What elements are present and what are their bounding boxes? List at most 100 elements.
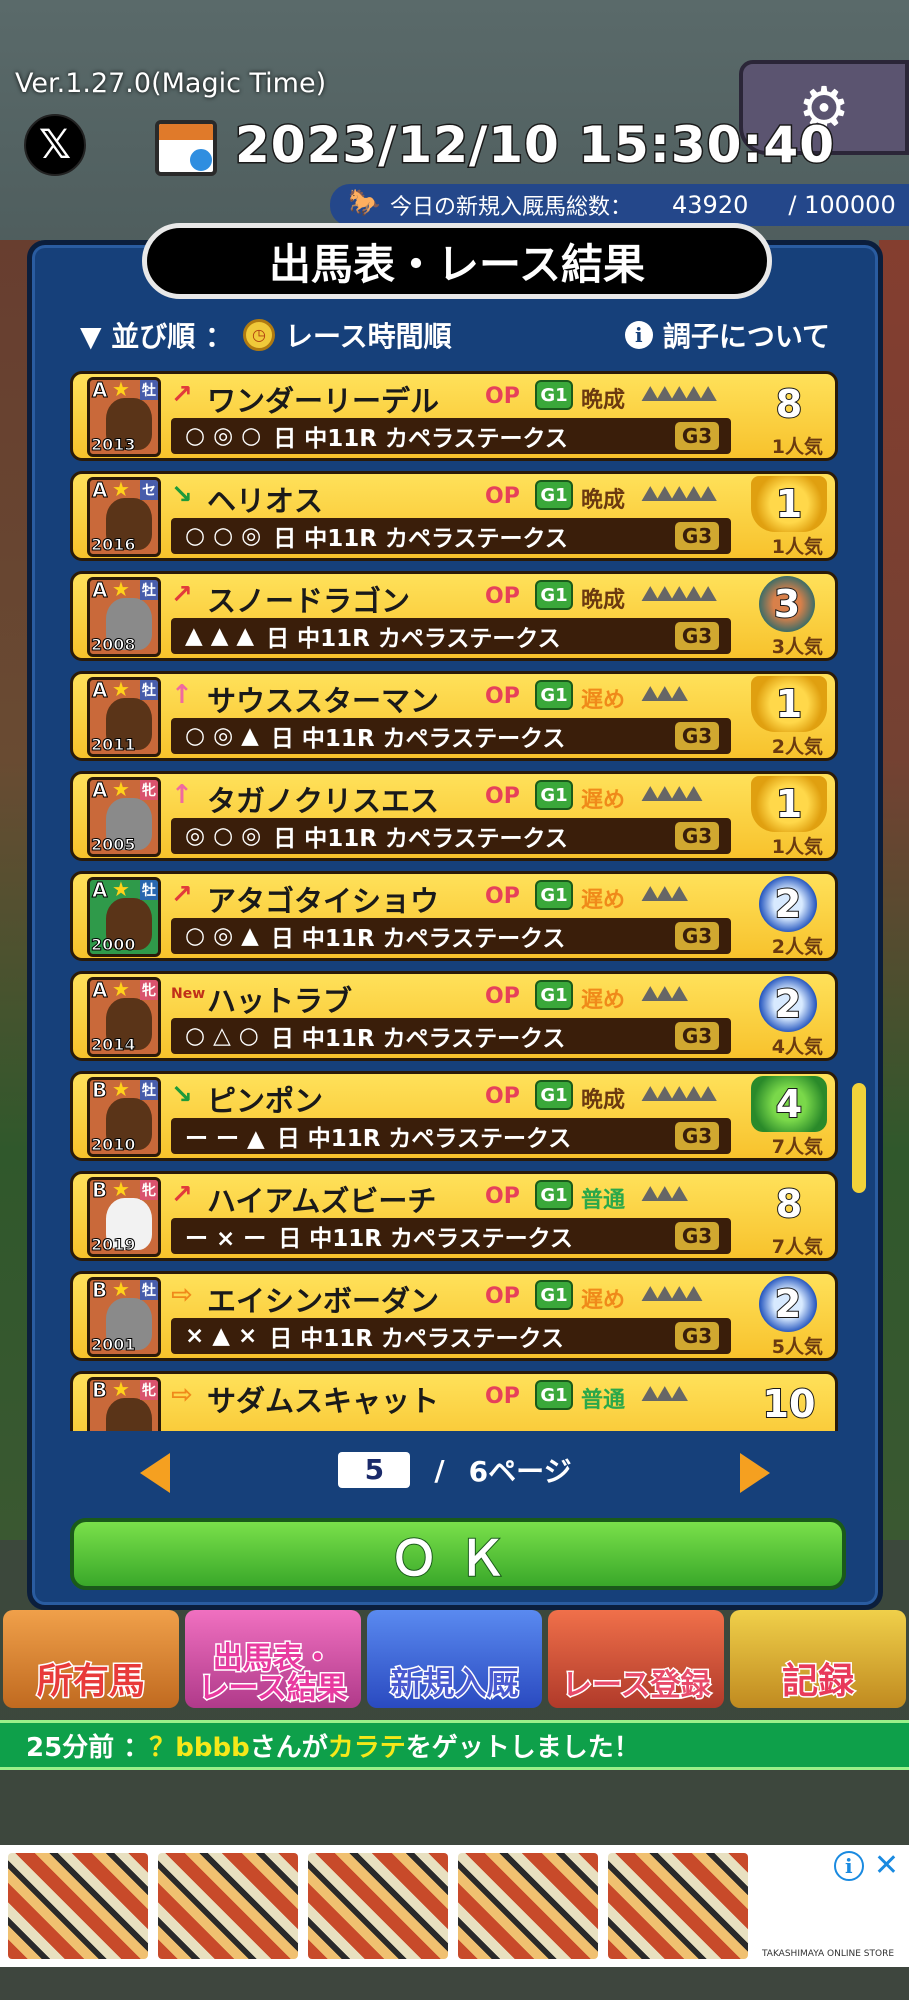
condition-horseshoe-icon: ⛰⛰⛰⛰⛰ bbox=[641, 382, 717, 407]
x-share-button[interactable]: 𝕏 bbox=[24, 114, 86, 176]
g3-badge-icon: G3 bbox=[675, 522, 719, 550]
race-info: 日 中11R カペラステークス bbox=[270, 1026, 566, 1052]
prediction-marks: ○ ◎ ▲ bbox=[185, 923, 259, 949]
panel-title: 出馬表・レース結果 bbox=[142, 223, 772, 299]
horse-sex: 牡 bbox=[140, 580, 158, 600]
prediction-marks: × ▲ × bbox=[185, 1323, 258, 1349]
version-label: Ver.1.27.0(Magic Time) bbox=[15, 68, 327, 99]
activity-ticker: 25分前 ： ？bbbb さんが カラテ をゲットしました！ bbox=[0, 1720, 909, 1770]
horse-name: サダムスキャット bbox=[207, 1384, 440, 1418]
star-icon: ★ bbox=[112, 1177, 130, 1201]
horse-row[interactable]: B ★ 牡 2010 ↘ ピンポン OP G1 晩成 ⛰⛰⛰⛰⛰ ー ー ▲ 日 中11R カペラステ… bbox=[70, 1071, 838, 1161]
growth-type: 普通 bbox=[581, 1388, 626, 1413]
nav-records[interactable]: 記録 bbox=[730, 1610, 906, 1708]
ad-controls: i ✕ bbox=[833, 1851, 899, 1881]
horse-list[interactable]: A ★ 牡 2013 ↗ ワンダーリーデル OP G1 晩成 ⛰⛰⛰⛰⛰ ○ ◎ ○ 日 中11R カ… bbox=[70, 371, 840, 1431]
race-result: 8 bbox=[775, 1181, 803, 1227]
race-info: 日 中11R カペラステークス bbox=[273, 826, 568, 852]
horse-grade: A bbox=[91, 978, 108, 1003]
prediction-marks: ○ ◎ ○ bbox=[185, 423, 262, 449]
ad-banner[interactable]: TAKASHIMAYA ONLINE STORE i ✕ bbox=[0, 1845, 909, 1967]
horse-name: ワンダーリーデル bbox=[207, 384, 440, 418]
horse-sex: セ bbox=[140, 480, 158, 500]
horse-row[interactable]: A ★ セ 2016 ↘ ヘリオス OP G1 晩成 ⛰⛰⛰⛰⛰ ○ ○ ◎ 日 中11R カペラステ… bbox=[70, 471, 838, 561]
op-badge: OP bbox=[485, 784, 520, 809]
condition-info-link[interactable]: i 調子について bbox=[624, 315, 830, 355]
g3-badge-icon: G3 bbox=[675, 922, 719, 950]
ad-close-icon[interactable]: ✕ bbox=[874, 1851, 899, 1881]
condition-horseshoe-icon: ⛰⛰⛰ bbox=[641, 882, 688, 907]
race-result: 2 bbox=[759, 976, 817, 1032]
clock-icon: ◷ bbox=[243, 319, 276, 351]
horse-grade: B bbox=[91, 1278, 108, 1303]
race-info: 日 中11R カペラステークス bbox=[278, 1226, 573, 1252]
ad-image[interactable] bbox=[8, 1853, 148, 1959]
g3-badge-icon: G3 bbox=[675, 622, 719, 650]
ad-image[interactable] bbox=[158, 1853, 298, 1959]
horse-count-label: 今日の新規入厩馬総数： bbox=[390, 195, 633, 220]
g3-badge-icon: G3 bbox=[675, 1322, 719, 1350]
horse-row[interactable]: A ★ 牡 2013 ↗ ワンダーリーデル OP G1 晩成 ⛰⛰⛰⛰⛰ ○ ◎ ○ 日 中11R カ… bbox=[70, 371, 838, 461]
race-info: 日 中11R カペラステークス bbox=[276, 1126, 572, 1152]
popularity-rank: 4人気 bbox=[771, 1036, 823, 1058]
race-result: 1 bbox=[751, 676, 827, 732]
star-icon: ★ bbox=[112, 377, 130, 401]
ad-image[interactable] bbox=[608, 1853, 748, 1959]
horse-sex: 牡 bbox=[140, 380, 158, 400]
g1-badge-icon: G1 bbox=[535, 1280, 573, 1310]
race-result: 1 bbox=[751, 476, 827, 532]
op-badge: OP bbox=[485, 1284, 520, 1309]
popularity-rank: 7人気 bbox=[771, 1136, 823, 1158]
horse-row[interactable]: A ★ 牝 2014 New ハットラブ OP G1 遅め ⛰⛰⛰ ○ △ ○ 日 中11R カペラス… bbox=[70, 971, 838, 1061]
list-scrollbar[interactable] bbox=[852, 1083, 866, 1193]
horse-year: 2005 bbox=[91, 835, 137, 855]
horse-row[interactable]: B ★ 牝 2019 ↗ ハイアムズビーチ OP G1 普通 ⛰⛰⛰ ー × ー日 中11R カペラ… bbox=[70, 1171, 838, 1261]
race-info-bar: ー × ー日 中11R カペラステークス G3 bbox=[171, 1218, 731, 1254]
popularity-rank: 5人気 bbox=[771, 1336, 823, 1358]
sort-order-selector[interactable]: ▼ 並び順 ： ◷ レース時間順 bbox=[80, 315, 452, 355]
growth-type: 晩成 bbox=[581, 1088, 626, 1113]
g1-badge-icon: G1 bbox=[535, 1180, 573, 1210]
op-badge: OP bbox=[485, 384, 520, 409]
condition-horseshoe-icon: ⛰⛰⛰⛰⛰ bbox=[641, 1082, 717, 1107]
trend-arrow-icon: ⇨ bbox=[171, 1280, 193, 1310]
nav-new-horse[interactable]: 新規入厩 bbox=[366, 1610, 543, 1708]
current-page-input[interactable]: 5 bbox=[338, 1452, 411, 1488]
race-result: 3 bbox=[759, 576, 815, 632]
horse-row[interactable]: A ★ 牝 2005 ↑ タガノクリスエス OP G1 遅め ⛰⛰⛰⛰ ◎ ○ ◎ 日 中11R カペ… bbox=[70, 771, 838, 861]
pagination: 5 / 6ページ bbox=[32, 1450, 878, 1490]
ticker-item: カラテ bbox=[327, 1732, 406, 1763]
horse-portrait: B ★ 牡 2001 bbox=[87, 1277, 161, 1357]
horse-row[interactable]: B ★ 牡 2001 ⇨ エイシンボーダン OP G1 遅め ⛰⛰⛰⛰ × ▲ × 日 中11R カペ… bbox=[70, 1271, 838, 1361]
race-info-bar: ○ ○ ◎ 日 中11R カペラステークス G3 bbox=[171, 518, 731, 554]
prediction-marks: ー ー ▲ bbox=[185, 1126, 265, 1152]
race-info-bar: ▲ ▲ ▲ 日 中11R カペラステークス G3 bbox=[171, 618, 731, 654]
trend-arrow-icon: ↗ bbox=[171, 880, 193, 910]
horse-row[interactable]: A ★ 牡 2008 ↗ スノードラゴン OP G1 晩成 ⛰⛰⛰⛰⛰ ▲ ▲ ▲ 日 中11R カペ… bbox=[70, 571, 838, 661]
horse-name: ヘリオス bbox=[207, 484, 324, 518]
g1-badge-icon: G1 bbox=[535, 380, 573, 410]
horse-sex: 牡 bbox=[140, 880, 158, 900]
trend-arrow-icon: ↗ bbox=[171, 580, 193, 610]
ok-button[interactable]: ＯＫ bbox=[70, 1518, 846, 1590]
nav-race-entries[interactable]: 出馬表・ レース結果 bbox=[184, 1610, 361, 1708]
ad-image[interactable] bbox=[308, 1853, 448, 1959]
horse-row[interactable]: B ★ 牝 ⇨ サダムスキャット OP G1 普通 ⛰⛰⛰ 10 bbox=[70, 1371, 838, 1431]
condition-horseshoe-icon: ⛰⛰⛰ bbox=[641, 1182, 688, 1207]
g3-badge-icon: G3 bbox=[675, 722, 719, 750]
horse-grade: A bbox=[91, 678, 108, 703]
trend-arrow-icon: ↘ bbox=[171, 480, 193, 510]
nav-race-registration[interactable]: レース登録 bbox=[548, 1610, 725, 1708]
g1-badge-icon: G1 bbox=[535, 980, 573, 1010]
horse-row[interactable]: A ★ 牡 2011 ↑ サウススターマン OP G1 遅め ⛰⛰⛰ ○ ◎ ▲ 日 中11R カペラ… bbox=[70, 671, 838, 761]
op-badge: OP bbox=[485, 484, 520, 509]
condition-horseshoe-icon: ⛰⛰⛰ bbox=[641, 982, 688, 1007]
ad-info-icon[interactable]: i bbox=[833, 1851, 864, 1881]
condition-horseshoe-icon: ⛰⛰⛰ bbox=[641, 1382, 688, 1407]
growth-type: 遅め bbox=[581, 1288, 626, 1313]
nav-owned-horses[interactable]: 所有馬 bbox=[3, 1610, 179, 1708]
ad-image[interactable] bbox=[458, 1853, 598, 1959]
horse-year: 2010 bbox=[91, 1135, 137, 1155]
horse-row[interactable]: A ★ 牡 2000 ↗ アタゴタイショウ OP G1 遅め ⛰⛰⛰ ○ ◎ ▲ 日 中11R カペラ… bbox=[70, 871, 838, 961]
horse-sex: 牡 bbox=[140, 1080, 158, 1100]
